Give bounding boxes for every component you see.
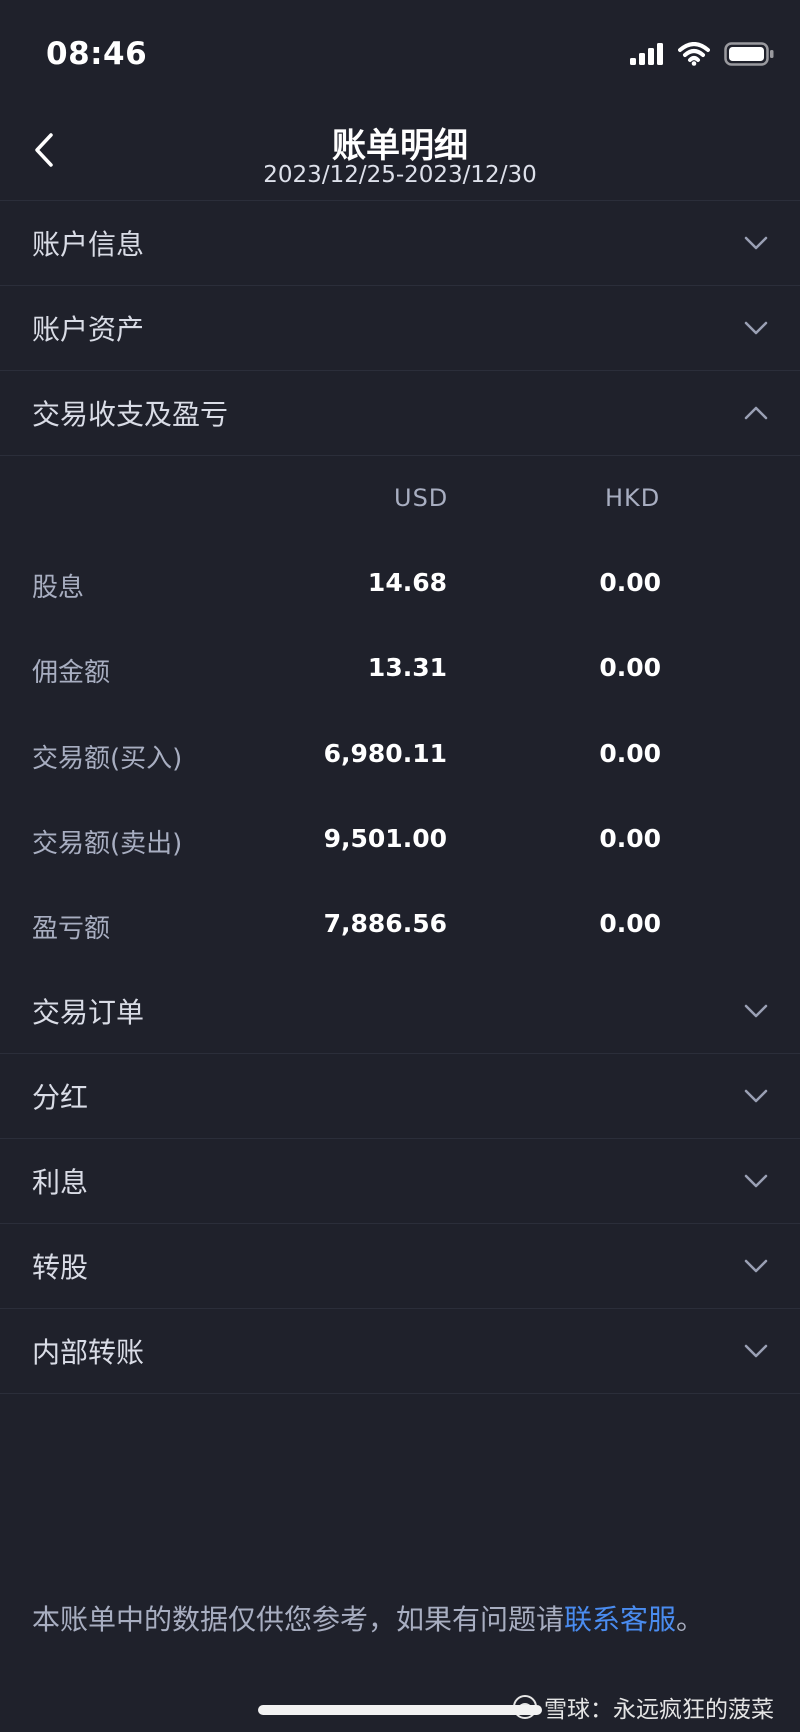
page-title: 账单明细	[332, 126, 468, 166]
usd-value: 7,886.56	[323, 909, 447, 938]
chevron-down-icon	[742, 1252, 770, 1280]
section-label: 交易收支及盈亏	[32, 398, 229, 431]
chevron-down-icon	[742, 1167, 770, 1195]
contact-support-link[interactable]: 联系客服	[564, 1603, 676, 1636]
footer-note-end: 。	[676, 1603, 705, 1636]
footer-note: 本账单中的数据仅供您参考，如果有问题请联系客服。	[32, 1598, 704, 1638]
row-label: 交易额(买入)	[32, 744, 183, 774]
footer-note-text: 本账单中的数据仅供您参考，如果有问题请	[32, 1603, 565, 1636]
chevron-down-icon	[742, 1082, 770, 1110]
usd-value: 6,980.11	[323, 739, 447, 768]
section-trade-pnl[interactable]: 交易收支及盈亏	[0, 371, 800, 456]
date-range: 2023/12/25-2023/12/30	[263, 162, 537, 188]
chevron-down-icon	[742, 229, 770, 257]
hkd-value: 0.00	[599, 653, 661, 682]
hkd-value: 0.00	[599, 739, 661, 768]
status-bar: 08:46	[0, 0, 800, 100]
table-row: 交易额(卖出) 9,501.00 0.00	[0, 811, 800, 871]
home-indicator[interactable]	[258, 1705, 542, 1715]
section-label: 转股	[32, 1251, 89, 1284]
row-label: 股息	[32, 573, 85, 603]
signal-icon	[630, 43, 663, 65]
row-label: 盈亏额	[32, 914, 111, 944]
chevron-down-icon	[742, 1337, 770, 1365]
hkd-value: 0.00	[599, 824, 661, 853]
status-icons	[630, 42, 774, 66]
table-row: 盈亏额 7,886.56 0.00	[0, 896, 800, 956]
section-dividends[interactable]: 分红	[0, 1054, 800, 1139]
section-account-info[interactable]: 账户信息	[0, 201, 800, 286]
nav-header: 账单明细 2023/12/25-2023/12/30	[0, 100, 800, 201]
usd-value: 14.68	[367, 568, 447, 597]
chevron-up-icon	[742, 399, 770, 427]
usd-value: 13.31	[367, 653, 447, 682]
table-row: 佣金额 13.31 0.00	[0, 640, 800, 700]
section-label: 利息	[32, 1166, 89, 1199]
row-label: 交易额(卖出)	[32, 829, 183, 859]
battery-icon	[724, 42, 774, 66]
wifi-icon	[678, 42, 710, 66]
chevron-down-icon	[742, 997, 770, 1025]
column-header-usd: USD	[394, 484, 449, 512]
section-trade-orders[interactable]: 交易订单	[0, 969, 800, 1054]
chevron-down-icon	[742, 314, 770, 342]
section-label: 账户信息	[32, 228, 145, 261]
section-label: 分红	[32, 1081, 89, 1114]
usd-value: 9,501.00	[323, 824, 447, 853]
hkd-value: 0.00	[599, 568, 661, 597]
watermark: 雪球：永远疯狂的菠菜	[512, 1690, 774, 1724]
section-label: 内部转账	[32, 1336, 145, 1369]
section-internal-transfer[interactable]: 内部转账	[0, 1309, 800, 1394]
section-stock-transfer[interactable]: 转股	[0, 1224, 800, 1309]
row-label: 佣金额	[32, 658, 111, 688]
hkd-value: 0.00	[599, 909, 661, 938]
watermark-text: 雪球：永远疯狂的菠菜	[544, 1697, 774, 1723]
table-row: 交易额(买入) 6,980.11 0.00	[0, 726, 800, 786]
section-label: 交易订单	[32, 996, 145, 1029]
section-interest[interactable]: 利息	[0, 1139, 800, 1224]
section-label: 账户资产	[32, 313, 145, 346]
column-header-hkd: HKD	[605, 484, 661, 512]
section-account-assets[interactable]: 账户资产	[0, 286, 800, 371]
status-time: 08:46	[46, 36, 148, 72]
table-row: 股息 14.68 0.00	[0, 555, 800, 615]
